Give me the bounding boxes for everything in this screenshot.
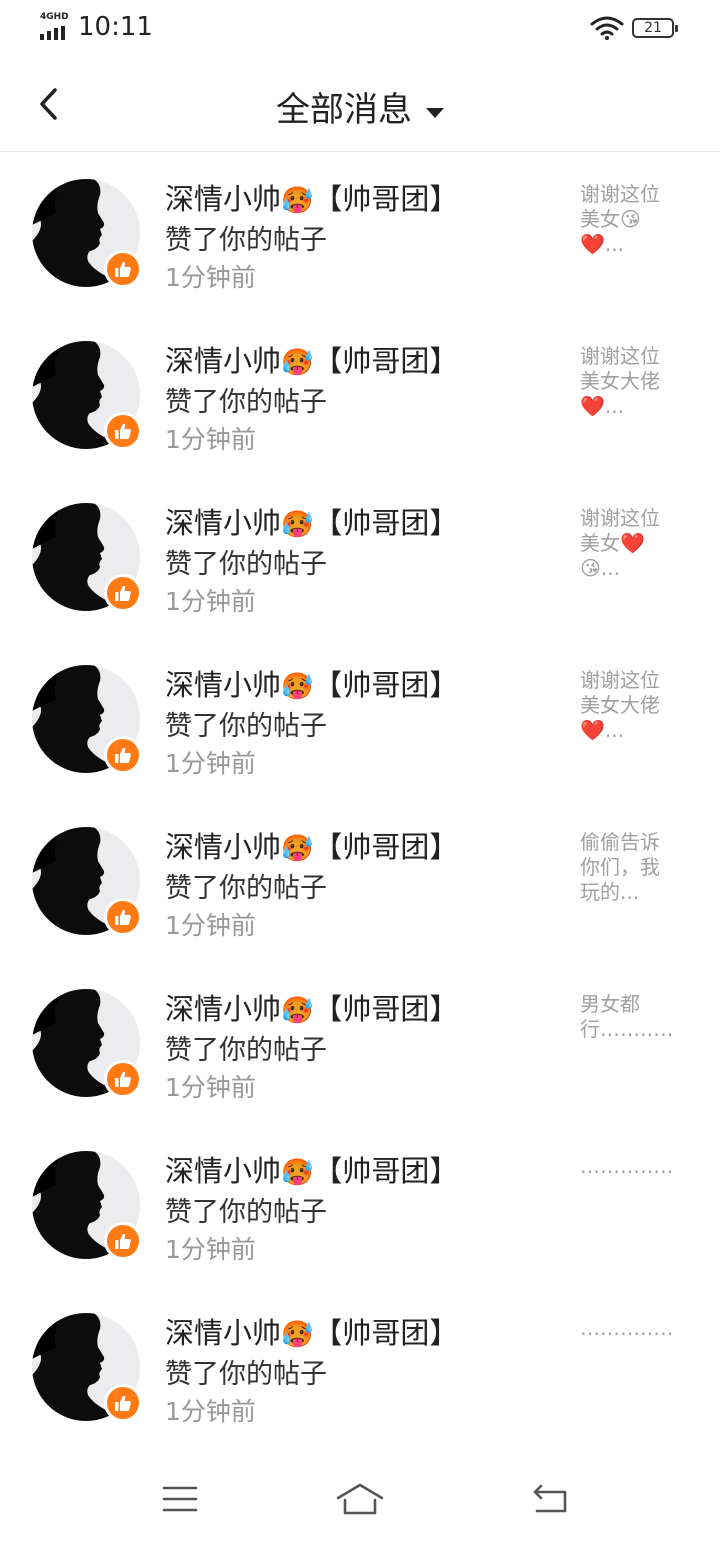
message-row[interactable]: 深情小帅🥵【帅哥团】 赞了你的帖子 1分钟前 谢谢这位美女😘❤️... — [0, 152, 720, 314]
message-action: 赞了你的帖子 — [165, 711, 327, 742]
thumbs-up-icon — [115, 585, 131, 601]
sender-nickname: 深情小帅 — [165, 830, 282, 864]
message-action: 赞了你的帖子 — [165, 1359, 327, 1390]
return-icon — [533, 1484, 567, 1513]
post-preview[interactable]: 谢谢这位美女大佬❤️... — [580, 344, 672, 419]
sender-group: 【帅哥团】 — [313, 1154, 459, 1188]
message-row[interactable]: 深情小帅🥵【帅哥团】 赞了你的帖子 1分钟前 偷偷告诉你们，我玩的... — [0, 800, 720, 962]
signal-icon — [40, 26, 65, 40]
sender-group: 【帅哥团】 — [313, 344, 459, 378]
hot-face-emoji-icon: 🥵 — [281, 996, 314, 1026]
sender-name: 深情小帅🥵【帅哥团】 — [165, 500, 458, 542]
hot-face-emoji-icon: 🥵 — [281, 834, 314, 864]
post-preview[interactable]: 谢谢这位美女大佬❤️... — [580, 668, 672, 743]
post-preview[interactable]: 谢谢这位美女❤️😘... — [580, 506, 672, 581]
thumbs-up-icon — [115, 423, 131, 439]
battery-level: 21 — [644, 20, 662, 36]
sender-name: 深情小帅🥵【帅哥团】 — [165, 338, 458, 380]
message-time: 1分钟前 — [165, 1235, 256, 1264]
hot-face-emoji-icon: 🥵 — [281, 186, 314, 216]
page-title: 全部消息 — [276, 90, 412, 130]
message-row[interactable]: 深情小帅🥵【帅哥团】 赞了你的帖子 1分钟前 ……………………... — [0, 1286, 720, 1448]
sender-name: 深情小帅🥵【帅哥团】 — [165, 1310, 458, 1352]
sender-nickname: 深情小帅 — [165, 344, 282, 378]
message-action: 赞了你的帖子 — [165, 1035, 327, 1066]
battery-icon: 21 — [632, 18, 678, 38]
sender-nickname: 深情小帅 — [165, 506, 282, 540]
sender-nickname: 深情小帅 — [165, 1316, 282, 1350]
post-preview[interactable]: 偷偷告诉你们，我玩的... — [580, 830, 672, 905]
sender-nickname: 深情小帅 — [165, 1154, 282, 1188]
message-row[interactable]: 深情小帅🥵【帅哥团】 赞了你的帖子 1分钟前 ……………………... — [0, 1124, 720, 1286]
post-preview[interactable]: 男女都行…………... — [580, 992, 672, 1042]
sender-nickname: 深情小帅 — [165, 668, 282, 702]
post-preview[interactable]: 谢谢这位美女😘❤️... — [580, 182, 672, 257]
post-preview[interactable]: ……………………... — [580, 1316, 672, 1341]
status-bar: 4GHD 10:11 21 — [0, 0, 720, 60]
post-preview[interactable]: ……………………... — [580, 1154, 672, 1179]
message-time: 1分钟前 — [165, 1397, 256, 1426]
like-badge — [104, 250, 142, 288]
message-time: 1分钟前 — [165, 263, 256, 292]
sender-name: 深情小帅🥵【帅哥团】 — [165, 824, 458, 866]
network-type: 4GHD — [40, 12, 69, 22]
sender-name: 深情小帅🥵【帅哥团】 — [165, 176, 458, 218]
like-badge — [104, 1384, 142, 1422]
nav-back-button[interactable] — [520, 1474, 580, 1524]
message-action: 赞了你的帖子 — [165, 225, 327, 256]
thumbs-up-icon — [115, 1233, 131, 1249]
sender-nickname: 深情小帅 — [165, 992, 282, 1026]
status-time: 10:11 — [78, 12, 153, 42]
hot-face-emoji-icon: 🥵 — [281, 1158, 314, 1188]
sender-group: 【帅哥团】 — [313, 992, 459, 1026]
sender-name: 深情小帅🥵【帅哥团】 — [165, 662, 458, 704]
wifi-icon — [590, 16, 624, 40]
like-badge — [104, 736, 142, 774]
sender-name: 深情小帅🥵【帅哥团】 — [165, 1148, 458, 1190]
message-time: 1分钟前 — [165, 749, 256, 778]
thumbs-up-icon — [115, 261, 131, 277]
sender-group: 【帅哥团】 — [313, 830, 459, 864]
thumbs-up-icon — [115, 909, 131, 925]
nav-menu-button[interactable] — [150, 1474, 210, 1524]
message-time: 1分钟前 — [165, 587, 256, 616]
like-badge — [104, 1060, 142, 1098]
sender-group: 【帅哥团】 — [313, 1316, 459, 1350]
sender-group: 【帅哥团】 — [313, 506, 459, 540]
message-action: 赞了你的帖子 — [165, 387, 327, 418]
hot-face-emoji-icon: 🥵 — [281, 672, 314, 702]
thumbs-up-icon — [115, 1071, 131, 1087]
message-row[interactable]: 深情小帅🥵【帅哥团】 赞了你的帖子 1分钟前 谢谢这位美女❤️😘... — [0, 476, 720, 638]
hot-face-emoji-icon: 🥵 — [281, 510, 314, 540]
message-action: 赞了你的帖子 — [165, 873, 327, 904]
thumbs-up-icon — [115, 1395, 131, 1411]
sender-name: 深情小帅🥵【帅哥团】 — [165, 986, 458, 1028]
message-row[interactable]: 深情小帅🥵【帅哥团】 赞了你的帖子 1分钟前 谢谢这位美女大佬❤️... — [0, 314, 720, 476]
system-nav-bar — [0, 1460, 720, 1544]
message-row[interactable]: 深情小帅🥵【帅哥团】 赞了你的帖子 1分钟前 谢谢这位美女大佬❤️... — [0, 638, 720, 800]
thumbs-up-icon — [115, 747, 131, 763]
message-time: 1分钟前 — [165, 911, 256, 940]
hot-face-emoji-icon: 🥵 — [281, 348, 314, 378]
title-dropdown[interactable]: 全部消息 — [0, 82, 720, 131]
message-list: 深情小帅🥵【帅哥团】 赞了你的帖子 1分钟前 谢谢这位美女😘❤️... 深情小帅… — [0, 152, 720, 1448]
nav-home-button[interactable] — [330, 1474, 390, 1524]
like-badge — [104, 898, 142, 936]
sender-nickname: 深情小帅 — [165, 182, 282, 216]
menu-icon — [162, 1486, 198, 1512]
header: 全部消息 — [0, 60, 720, 152]
message-action: 赞了你的帖子 — [165, 1197, 327, 1228]
sender-group: 【帅哥团】 — [313, 668, 459, 702]
message-time: 1分钟前 — [165, 425, 256, 454]
message-action: 赞了你的帖子 — [165, 549, 327, 580]
hot-face-emoji-icon: 🥵 — [281, 1320, 314, 1350]
like-badge — [104, 412, 142, 450]
message-row[interactable]: 深情小帅🥵【帅哥团】 赞了你的帖子 1分钟前 男女都行…………... — [0, 962, 720, 1124]
like-badge — [104, 574, 142, 612]
home-icon — [336, 1483, 384, 1515]
like-badge — [104, 1222, 142, 1260]
message-time: 1分钟前 — [165, 1073, 256, 1102]
caret-down-icon — [426, 107, 444, 118]
sender-group: 【帅哥团】 — [313, 182, 459, 216]
